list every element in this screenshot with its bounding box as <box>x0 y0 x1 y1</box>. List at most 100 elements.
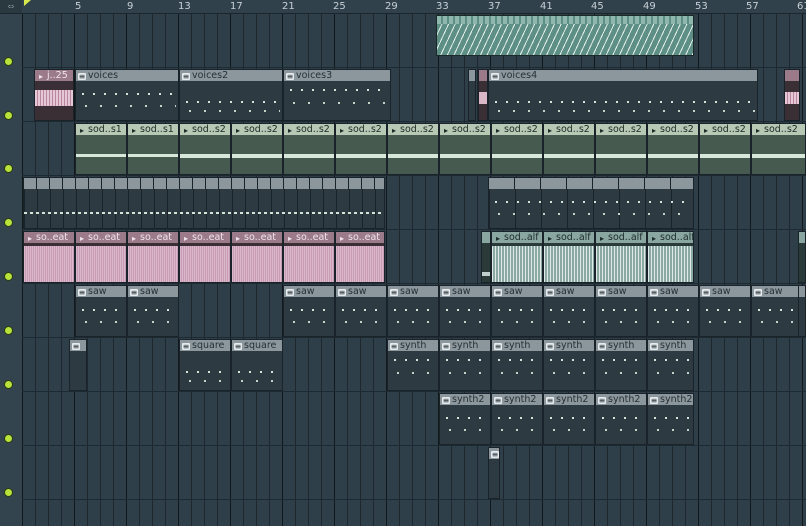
pattern-clip-synth2[interactable]: ≡ synth2 <box>439 393 491 445</box>
track-8-mute-icon[interactable] <box>4 434 13 443</box>
track-2-mute-icon[interactable] <box>4 111 13 120</box>
pattern-clip-saw[interactable]: ≡ saw <box>75 285 127 337</box>
audio-clip-sods2[interactable]: ▸ sod..s2 <box>491 123 543 175</box>
pattern-clip-synth2[interactable]: ≡ synth2 <box>491 393 543 445</box>
clip-label: saw <box>400 286 419 297</box>
clip-label: synth <box>660 340 687 351</box>
audio-clip-end[interactable] <box>784 69 800 121</box>
track-7-mute-icon[interactable] <box>4 380 13 389</box>
audio-clip-soeat[interactable]: ▸ so..eat <box>75 231 127 283</box>
pattern-clip-voices4[interactable]: ≡ voices4 <box>488 69 758 121</box>
clip-label: sod..s1 <box>140 124 174 135</box>
pattern-clip-icon: ≡ <box>72 341 80 351</box>
audio-clip-sodalf[interactable]: ▸ sod..alf <box>491 231 543 283</box>
pattern-clip-synth2[interactable]: ≡ synth2 <box>647 393 694 445</box>
pattern-clip-voices[interactable]: ≡ voices <box>75 69 179 121</box>
audio-clip-soeat[interactable]: ▸ so..eat <box>179 231 231 283</box>
track-9-mute-icon[interactable] <box>4 488 13 497</box>
pattern-clip-saw[interactable]: ≡ saw <box>751 285 803 337</box>
timeline-ruler[interactable]: ⇔ 5 9 13 17 21 25 29 33 37 41 45 49 53 5… <box>0 0 806 14</box>
pattern-clip-synth[interactable]: ≡ synth <box>387 339 439 391</box>
pattern-clip-icon: ≡ <box>182 71 190 81</box>
audio-clip-sods1[interactable]: ▸ sod..s1 <box>75 123 127 175</box>
pattern-clip-saw[interactable]: ≡ saw <box>595 285 647 337</box>
ruler-tick: 49 <box>643 1 656 12</box>
clip-label: saw <box>296 286 315 297</box>
pattern-clip-synth[interactable]: ≡ synth <box>439 339 491 391</box>
pattern-clip-synth[interactable]: ≡ synth <box>595 339 647 391</box>
audio-clip-soeat[interactable]: ▸ so..eat <box>231 231 283 283</box>
pattern-clip-saw[interactable]: ≡ saw <box>283 285 335 337</box>
snap-toggle-icon[interactable]: ⇔ <box>0 0 22 13</box>
audio-clip-sods2[interactable]: ▸ sod..s2 <box>751 123 806 175</box>
audio-clip-icon: ▸ <box>443 125 448 135</box>
pattern-clip-synth2[interactable]: ≡ synth2 <box>595 393 647 445</box>
audio-clip-sods2[interactable]: ▸ sod..s2 <box>647 123 699 175</box>
pattern-clip-small[interactable] <box>468 69 476 121</box>
track-3-mute-icon[interactable] <box>4 164 13 173</box>
pattern-clip-icon: ≡ <box>286 287 294 297</box>
audio-clip-j25[interactable]: ▸ j..25 <box>34 69 74 121</box>
audio-clip-sods2[interactable]: ▸ sod..s2 <box>699 123 751 175</box>
pattern-clip-square[interactable]: ≡ square <box>231 339 283 391</box>
pattern-clip-synth[interactable]: ≡ synth <box>491 339 543 391</box>
audio-clip-sods2[interactable]: ▸ sod..s2 <box>231 123 283 175</box>
audio-clip-icon: ▸ <box>287 125 292 135</box>
audio-clip-icon: ▸ <box>287 233 292 243</box>
pattern-clip-saw[interactable]: ≡ saw <box>543 285 595 337</box>
audio-clip-small[interactable] <box>478 69 488 121</box>
pattern-clip-saw[interactable]: ≡ saw <box>127 285 179 337</box>
audio-clip-sods2[interactable]: ▸ sod..s2 <box>595 123 647 175</box>
audio-clip-sodalf[interactable]: ▸ sod..alf <box>543 231 595 283</box>
audio-clip-sods2[interactable]: ▸ sod..s2 <box>283 123 335 175</box>
ruler-tick: 5 <box>75 1 82 12</box>
audio-clip-soeat[interactable]: ▸ so..eat <box>127 231 179 283</box>
audio-clip-sods2[interactable]: ▸ sod..s2 <box>387 123 439 175</box>
clip-label: synth <box>556 340 583 351</box>
pattern-clip-small[interactable]: ≡ <box>69 339 87 391</box>
audio-clip-icon: ▸ <box>27 233 32 243</box>
pattern-clip-synth[interactable]: ≡ synth <box>543 339 595 391</box>
pattern-clip-voices2[interactable]: ≡ voices2 <box>179 69 283 121</box>
clip-label: sod..s2 <box>400 124 434 135</box>
audio-clip-sods1[interactable]: ▸ sod..s1 <box>127 123 179 175</box>
audio-clip-soeat[interactable]: ▸ so..eat <box>335 231 385 283</box>
audio-clip-sods2[interactable]: ▸ sod..s2 <box>335 123 387 175</box>
audio-clip-end[interactable] <box>798 231 806 283</box>
pattern-clip-end[interactable] <box>798 285 806 337</box>
audio-clip-icon: ▸ <box>131 125 136 135</box>
audio-clip-small[interactable] <box>481 231 491 283</box>
audio-clip-sodalf[interactable]: ▸ sod..alf <box>595 231 647 283</box>
pattern-clip-small[interactable]: ≡ <box>488 447 500 499</box>
pattern-clip-saw[interactable]: ≡ saw <box>647 285 699 337</box>
audio-clip-soeat[interactable]: ▸ so..eat <box>283 231 335 283</box>
playhead-marker-icon[interactable] <box>24 0 31 6</box>
pattern-clip-square[interactable]: ≡ square <box>179 339 231 391</box>
pattern-clip-drums[interactable] <box>23 177 385 229</box>
track-4-mute-icon[interactable] <box>4 218 13 227</box>
pattern-clip-synth[interactable]: ≡ synth <box>647 339 694 391</box>
clip-label: synth2 <box>660 394 693 405</box>
pattern-clip-saw[interactable]: ≡ saw <box>335 285 387 337</box>
audio-clip-sods2[interactable]: ▸ sod..s2 <box>179 123 231 175</box>
pattern-clip-saw[interactable]: ≡ saw <box>699 285 751 337</box>
pattern-clip-saw[interactable]: ≡ saw <box>439 285 491 337</box>
clip-label: saw <box>764 286 783 297</box>
playlist-arrangement[interactable]: ▸ j..25 ≡ voices ≡ voices2 ≡ voices3 ≡ voices… <box>22 14 806 526</box>
pattern-clip-drums-2[interactable] <box>488 177 694 229</box>
pattern-clip-icon: ≡ <box>491 71 499 81</box>
pattern-clip-saw[interactable]: ≡ saw <box>491 285 543 337</box>
audio-clip-sodalf[interactable]: ▸ sod..alf <box>647 231 694 283</box>
audio-clip-soeat[interactable]: ▸ so..eat <box>23 231 75 283</box>
track-6-mute-icon[interactable] <box>4 326 13 335</box>
pattern-clip-synth2[interactable]: ≡ synth2 <box>543 393 595 445</box>
automation-clip[interactable] <box>436 15 694 56</box>
pattern-clip-saw[interactable]: ≡ saw <box>387 285 439 337</box>
audio-clip-sods2[interactable]: ▸ sod..s2 <box>439 123 491 175</box>
pattern-clip-voices3[interactable]: ≡ voices3 <box>283 69 391 121</box>
audio-clip-sods2[interactable]: ▸ sod..s2 <box>543 123 595 175</box>
ruler-tick: 17 <box>230 1 243 12</box>
ruler-tick: 21 <box>282 1 295 12</box>
track-5-mute-icon[interactable] <box>4 272 13 281</box>
track-1-mute-icon[interactable] <box>4 57 13 66</box>
